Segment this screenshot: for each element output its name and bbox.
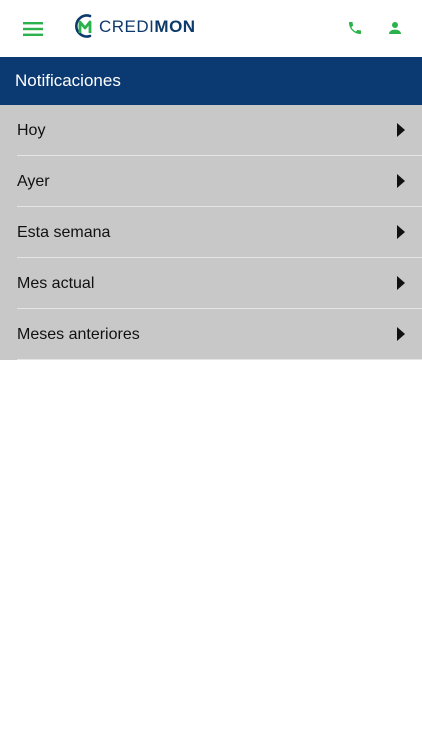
list-item-hoy[interactable]: Hoy xyxy=(0,105,422,156)
phone-icon xyxy=(349,22,361,34)
list-item-esta-semana[interactable]: Esta semana xyxy=(0,207,422,258)
page-title: Notificaciones xyxy=(15,71,121,90)
list-item-label: Hoy xyxy=(17,121,46,139)
list-item-mes-actual[interactable]: Mes actual xyxy=(0,258,422,309)
page-title-bar: Notificaciones xyxy=(0,57,422,105)
divider xyxy=(17,359,422,360)
list-item-label: Ayer xyxy=(17,172,50,190)
notifications-list: Hoy Ayer Esta semana Mes actual Meses an… xyxy=(0,105,422,360)
caret-right-icon xyxy=(397,276,405,290)
list-item-label: Meses anteriores xyxy=(17,325,140,343)
call-button[interactable] xyxy=(344,17,366,39)
hamburger-menu-icon xyxy=(23,22,43,36)
caret-right-icon xyxy=(397,123,405,137)
logo-wordmark: CREDIMON xyxy=(99,18,196,35)
caret-right-icon xyxy=(397,174,405,188)
list-item-meses-anteriores[interactable]: Meses anteriores xyxy=(0,309,422,360)
caret-right-icon xyxy=(397,327,405,341)
list-item-label: Mes actual xyxy=(17,274,95,292)
top-app-bar: CREDIMON xyxy=(0,0,422,57)
credimon-logo: CREDIMON xyxy=(73,12,196,40)
caret-right-icon xyxy=(397,225,405,239)
user-icon xyxy=(389,22,401,34)
logo-text-bold: MON xyxy=(154,16,196,36)
logo-mark-icon xyxy=(75,14,92,38)
logo-text-light: CREDI xyxy=(99,16,155,36)
list-item-label: Esta semana xyxy=(17,223,111,241)
app-screen: CREDIMON Notificaciones Hoy Ayer Esta se… xyxy=(0,0,422,750)
list-item-ayer[interactable]: Ayer xyxy=(0,156,422,207)
profile-button[interactable] xyxy=(384,17,406,39)
menu-button[interactable] xyxy=(20,16,46,42)
